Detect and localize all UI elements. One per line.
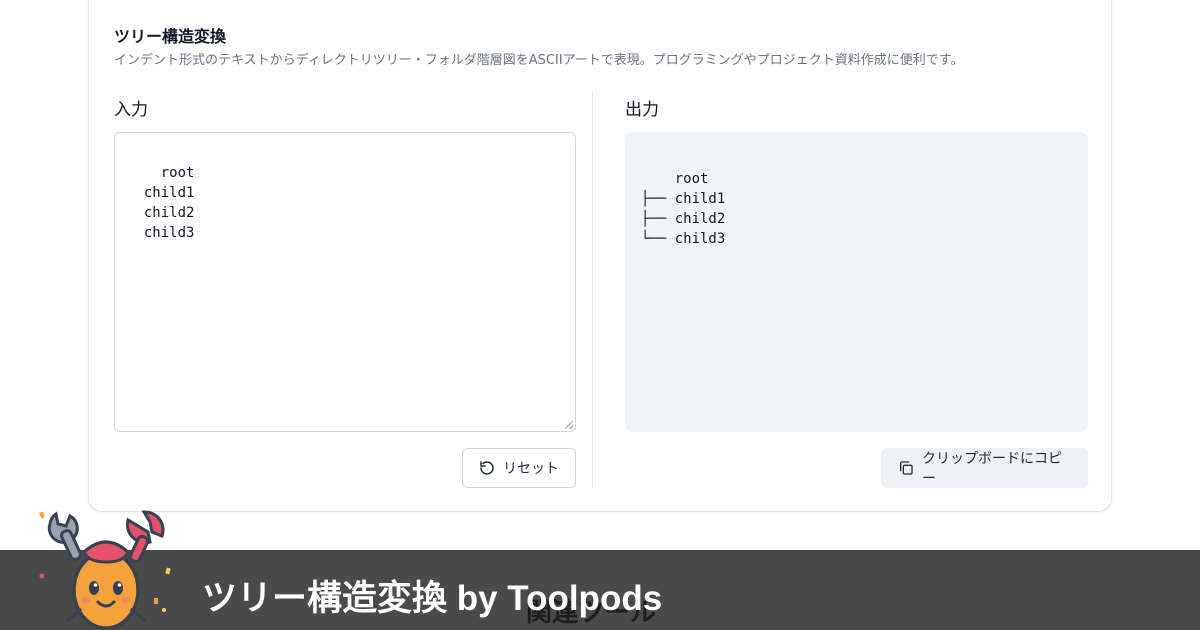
input-text: root child1 child2 child3 (143, 165, 195, 241)
reset-icon (480, 461, 494, 475)
resize-handle[interactable] (565, 421, 573, 429)
copy-icon (900, 461, 913, 475)
reset-button[interactable]: リセット (462, 448, 576, 488)
column-divider (592, 91, 593, 487)
output-text: root ├── child1 ├── child2 └── child3 (641, 171, 726, 247)
input-label: 入力 (114, 100, 148, 120)
output-display: root ├── child1 ├── child2 └── child3 (625, 132, 1088, 432)
banner-title: ツリー構造変換 by Toolpods (202, 579, 663, 618)
reset-button-label: リセット (503, 461, 559, 477)
toolpods-mascot-logo (39, 510, 171, 630)
input-textarea[interactable]: root child1 child2 child3 (114, 132, 576, 432)
tool-title: ツリー構造変換 (114, 27, 227, 46)
tree-converter-card: ツリー構造変換 インデント形式のテキストからディレクトリツリー・フォルダ階層図を… (88, 0, 1112, 512)
copy-to-clipboard-button[interactable]: クリップボードにコピー (881, 448, 1088, 488)
output-label: 出力 (625, 100, 659, 120)
tool-description: インデント形式のテキストからディレクトリツリー・フォルダ階層図をASCIIアート… (114, 53, 964, 68)
copy-button-label: クリップボードにコピー (922, 451, 1062, 487)
